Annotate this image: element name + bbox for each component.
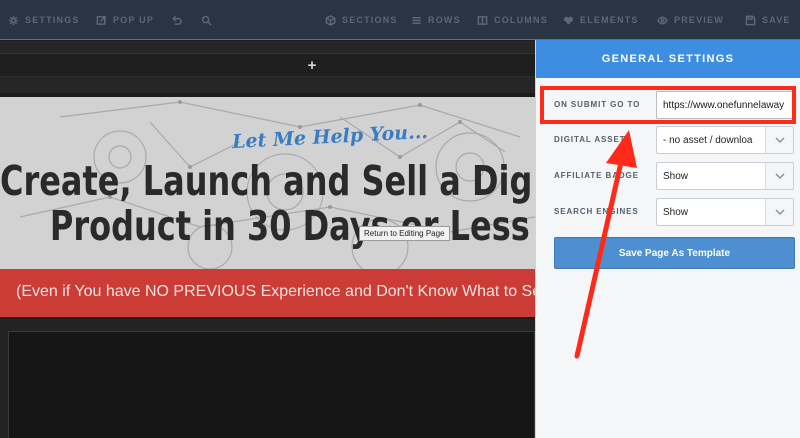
rows-button[interactable]: ROWS bbox=[411, 13, 461, 27]
sections-label: SECTIONS bbox=[342, 15, 398, 25]
settings-button[interactable]: SETTINGS bbox=[8, 13, 80, 27]
search-engines-select[interactable]: Show bbox=[656, 198, 794, 226]
panel-title: GENERAL SETTINGS bbox=[601, 53, 735, 65]
search-button[interactable] bbox=[201, 13, 212, 27]
add-section-icon[interactable]: + bbox=[305, 57, 319, 74]
add-section-strip: + bbox=[0, 41, 535, 93]
headline-line-1: Create, Launch and Sell a Digital bbox=[0, 157, 535, 205]
gear-icon bbox=[8, 15, 19, 25]
return-to-editing-tooltip[interactable]: Return to Editing Page bbox=[359, 226, 450, 241]
save-page-as-template-button[interactable]: Save Page As Template bbox=[554, 237, 795, 269]
search-icon bbox=[201, 15, 212, 26]
digital-asset-value: - no asset / downloa bbox=[663, 134, 753, 146]
hero-section[interactable]: Let Me Help You... Create, Launch and Se… bbox=[0, 97, 535, 269]
chevron-down-icon[interactable] bbox=[765, 127, 793, 153]
elements-button[interactable]: ELEMENTS bbox=[563, 13, 639, 27]
affiliate-badge-row: AFFILIATE BADGE Show bbox=[536, 162, 800, 190]
top-toolbar: SETTINGS POP UP SECTIONS ROWS COLUMNS EL… bbox=[0, 0, 800, 40]
columns-icon bbox=[477, 15, 488, 25]
affiliate-badge-value: Show bbox=[663, 170, 689, 182]
add-section-bar[interactable]: + bbox=[0, 53, 535, 77]
video-placeholder[interactable] bbox=[8, 331, 535, 438]
cube-icon bbox=[325, 14, 336, 26]
save-label: SAVE bbox=[762, 15, 791, 25]
sections-button[interactable]: SECTIONS bbox=[325, 13, 398, 27]
annotation-highlight-box bbox=[540, 86, 796, 124]
undo-button[interactable] bbox=[171, 13, 182, 27]
digital-asset-select[interactable]: - no asset / downloa bbox=[656, 126, 794, 154]
search-engines-row: SEARCH ENGINES Show bbox=[536, 198, 800, 226]
columns-button[interactable]: COLUMNS bbox=[477, 13, 548, 27]
save-button[interactable]: SAVE bbox=[745, 13, 791, 27]
affiliate-badge-label: AFFILIATE BADGE bbox=[554, 171, 639, 180]
chevron-down-icon[interactable] bbox=[765, 163, 793, 189]
panel-header: GENERAL SETTINGS bbox=[536, 40, 800, 78]
popup-button[interactable]: POP UP bbox=[96, 13, 154, 27]
rows-label: ROWS bbox=[428, 15, 461, 25]
settings-label: SETTINGS bbox=[25, 15, 80, 25]
digital-asset-row: DIGITAL ASSET - no asset / downloa bbox=[536, 126, 800, 154]
search-engines-value: Show bbox=[663, 206, 689, 218]
columns-label: COLUMNS bbox=[494, 15, 548, 25]
undo-icon bbox=[172, 15, 182, 25]
editor-canvas[interactable]: + Let Me Help You... Create, Launch and … bbox=[0, 41, 535, 438]
video-section[interactable] bbox=[0, 319, 535, 438]
popup-icon bbox=[96, 15, 106, 25]
preview-button[interactable]: PREVIEW bbox=[657, 13, 724, 27]
elements-label: ELEMENTS bbox=[580, 15, 639, 25]
rows-icon bbox=[412, 16, 421, 24]
heart-icon bbox=[563, 16, 574, 25]
affiliate-badge-select[interactable]: Show bbox=[656, 162, 794, 190]
eye-icon bbox=[657, 16, 668, 24]
search-engines-label: SEARCH ENGINES bbox=[554, 207, 639, 216]
subheadline-text: (Even if You have NO PREVIOUS Experience… bbox=[16, 283, 535, 300]
save-icon bbox=[745, 15, 756, 25]
subheadline-band: (Even if You have NO PREVIOUS Experience… bbox=[0, 269, 535, 317]
digital-asset-label: DIGITAL ASSET bbox=[554, 135, 626, 144]
chevron-down-icon[interactable] bbox=[765, 199, 793, 225]
popup-label: POP UP bbox=[113, 15, 155, 25]
preview-label: PREVIEW bbox=[674, 15, 724, 25]
